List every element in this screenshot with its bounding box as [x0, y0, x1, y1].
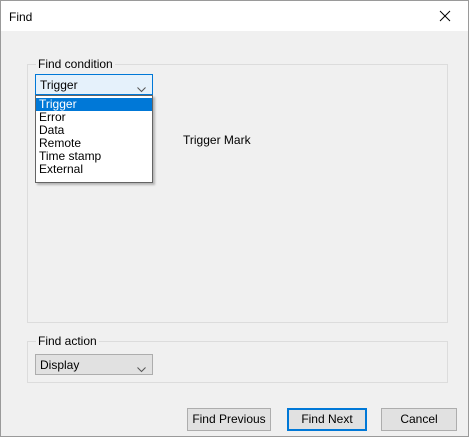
find-action-select[interactable]: Display — [35, 354, 153, 375]
find-next-button[interactable]: Find Next — [287, 408, 367, 431]
chevron-down-icon — [137, 362, 146, 376]
title-bar[interactable]: Find — [1, 1, 468, 31]
find-condition-options-list: Trigger Error Data Remote Time stamp Ext… — [35, 95, 153, 183]
find-condition-selected-value: Trigger — [40, 78, 78, 92]
close-icon — [439, 10, 451, 22]
close-button[interactable] — [422, 1, 468, 31]
find-condition-legend: Find condition — [36, 57, 115, 71]
find-action-selected-value: Display — [40, 358, 80, 372]
find-dialog: Find Find condition Trigger Trigger Erro… — [0, 0, 469, 437]
find-condition-select[interactable]: Trigger — [35, 74, 153, 95]
chevron-down-icon — [137, 82, 146, 96]
option-external[interactable]: External — [36, 163, 152, 176]
find-previous-button[interactable]: Find Previous — [187, 408, 271, 431]
cancel-button[interactable]: Cancel — [381, 408, 457, 431]
window-title: Find — [9, 10, 33, 24]
trigger-mark-label: Trigger Mark — [183, 133, 251, 147]
find-action-legend: Find action — [36, 334, 99, 348]
